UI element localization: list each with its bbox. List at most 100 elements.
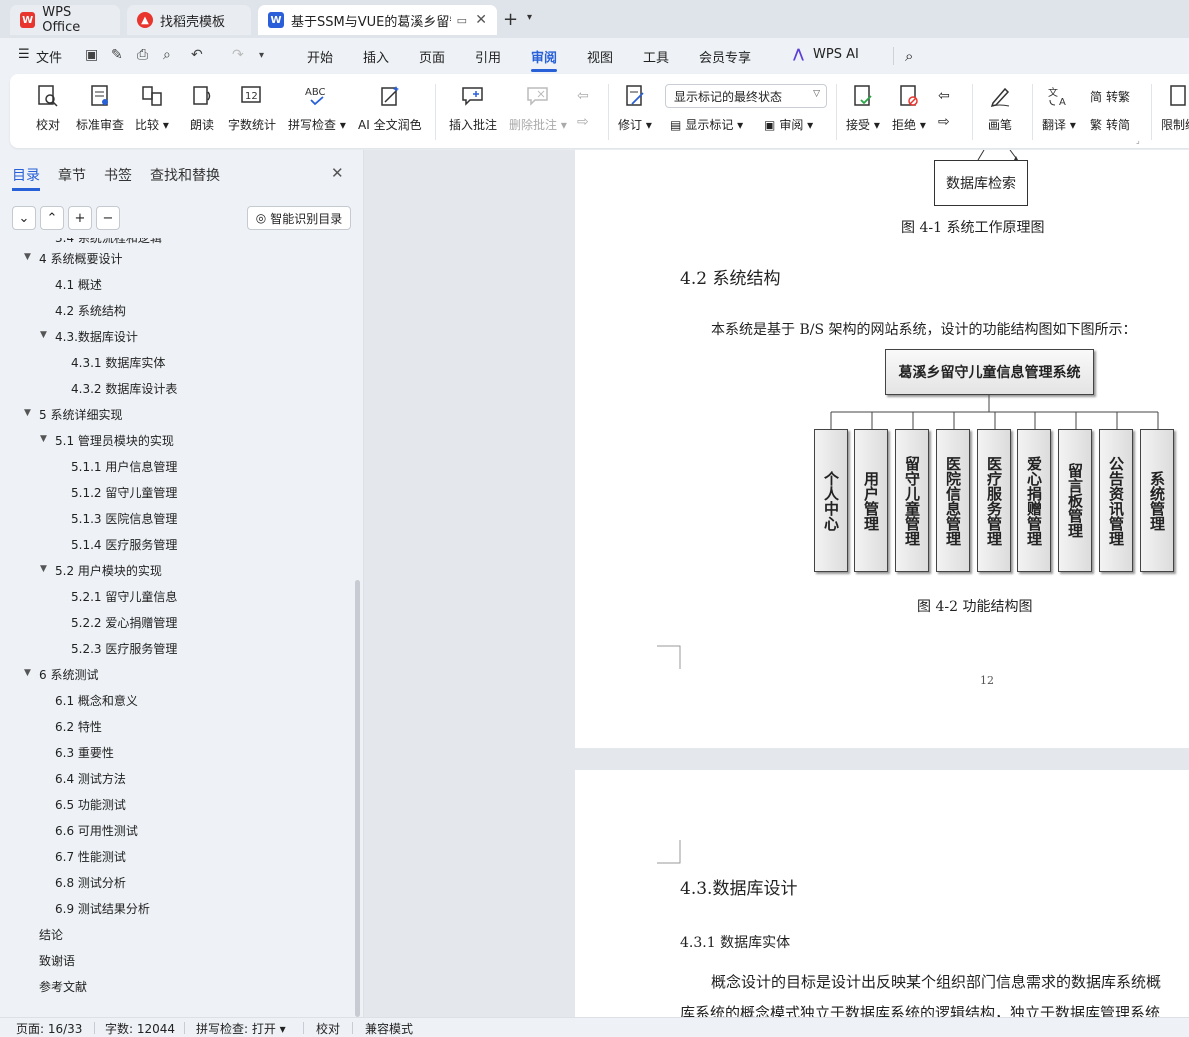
previous-comment-icon[interactable]: ⇦: [577, 88, 589, 104]
tab-chapters[interactable]: 章节: [58, 165, 86, 185]
menu-wps-ai[interactable]: WPS AI: [813, 47, 859, 62]
collapse-arrow-icon[interactable]: ▼: [40, 434, 47, 444]
collapse-arrow-icon[interactable]: ▼: [24, 252, 31, 262]
close-icon[interactable]: ✕: [331, 164, 344, 182]
new-tab-icon[interactable]: +: [503, 9, 518, 30]
smart-toc-button[interactable]: ◎ 智能识别目录: [247, 206, 351, 230]
toc-item[interactable]: 5.2.1 留守儿童信息: [71, 588, 177, 605]
toc-item[interactable]: 5.2.2 爱心捐赠管理: [71, 614, 177, 631]
translate-button[interactable]: 文A 翻译 ▾: [1042, 82, 1076, 133]
save-icon[interactable]: ▣: [85, 47, 98, 63]
toc-item[interactable]: 结论: [39, 926, 63, 943]
collapse-arrow-icon[interactable]: ▼: [40, 330, 47, 340]
expand-all-icon[interactable]: ⌄: [12, 206, 36, 230]
more-chevron-icon[interactable]: ▾: [259, 50, 264, 61]
toc-item[interactable]: 致谢语: [39, 952, 75, 969]
next-change-icon[interactable]: ⇨: [938, 114, 950, 130]
toc-item[interactable]: 6 系统测试: [39, 666, 98, 683]
word-count-indicator[interactable]: 字数: 12044: [105, 1020, 175, 1037]
toc-item[interactable]: 4.3.数据库设计: [55, 328, 138, 345]
toc-item[interactable]: 5.2 用户模块的实现: [55, 562, 162, 579]
close-icon[interactable]: ✕: [475, 12, 487, 28]
toc-item[interactable]: 6.2 特性: [55, 718, 102, 735]
menu-file[interactable]: 文件: [36, 47, 62, 66]
toc-item[interactable]: 4 系统概要设计: [39, 250, 122, 267]
spell-check-status[interactable]: 拼写检查: 打开 ▾: [196, 1020, 286, 1037]
toc-item[interactable]: 5.1 管理员模块的实现: [55, 432, 174, 449]
delete-comment-button[interactable]: 删除批注 ▾: [509, 82, 567, 133]
menu-member[interactable]: 会员专享: [699, 47, 751, 66]
format-painter-icon[interactable]: ✎: [111, 47, 123, 63]
menu-page[interactable]: 页面: [419, 47, 445, 66]
print-preview-icon[interactable]: ⌕: [163, 47, 171, 63]
previous-change-icon[interactable]: ⇦: [938, 88, 950, 104]
toc-item[interactable]: 6.7 性能测试: [55, 848, 126, 865]
toc-scrollbar[interactable]: [355, 580, 360, 1017]
display-markup-button[interactable]: ▤ 显示标记 ▾: [670, 116, 743, 133]
menu-tools[interactable]: 工具: [643, 47, 669, 66]
toc-item[interactable]: 5.1.4 医疗服务管理: [71, 536, 177, 553]
toc-item[interactable]: 6.8 测试分析: [55, 874, 126, 891]
monitor-icon[interactable]: ▭: [457, 14, 467, 27]
toc-item[interactable]: 6.9 测试结果分析: [55, 900, 150, 917]
toc-item[interactable]: 4.1 概述: [55, 276, 102, 293]
expand-corner-icon[interactable]: ⌟: [1136, 136, 1140, 145]
tab-find-replace[interactable]: 查找和替换: [150, 165, 220, 185]
menu-insert[interactable]: 插入: [363, 47, 389, 66]
print-icon[interactable]: ⎙: [137, 47, 148, 63]
menu-review[interactable]: 审阅: [531, 47, 558, 72]
toc-item[interactable]: 3.4 系统流程和逻辑: [55, 238, 162, 246]
tab-bookmarks[interactable]: 书签: [104, 165, 132, 185]
toc-item[interactable]: 6.6 可用性测试: [55, 822, 138, 839]
ai-polish-button[interactable]: AI 全文润色: [358, 82, 422, 133]
add-heading-icon[interactable]: +: [68, 206, 92, 230]
proof-status[interactable]: 校对: [316, 1020, 340, 1037]
tab-document[interactable]: W 基于SSM与VUE的葛溪乡留守 ▭ ✕: [258, 5, 497, 35]
insert-comment-button[interactable]: 插入批注: [449, 82, 497, 133]
next-comment-icon[interactable]: ⇨: [577, 114, 589, 130]
menu-home[interactable]: 开始: [307, 47, 333, 66]
search-icon[interactable]: ⌕: [905, 47, 913, 65]
toc-item[interactable]: 6.5 功能测试: [55, 796, 126, 813]
chevron-down-icon[interactable]: ▾: [527, 12, 532, 23]
toc-item[interactable]: 4.2 系统结构: [55, 302, 126, 319]
reject-button[interactable]: 拒绝 ▾: [892, 82, 926, 133]
toc-item[interactable]: 5 系统详细实现: [39, 406, 122, 423]
revise-button[interactable]: 修订 ▾: [618, 82, 652, 133]
toc-item[interactable]: 4.3.1 数据库实体: [71, 354, 165, 371]
tab-template[interactable]: ▲ 找稻壳模板: [127, 5, 251, 35]
read-aloud-button[interactable]: 朗读: [188, 82, 216, 133]
redo-icon[interactable]: ↷: [232, 47, 244, 63]
remove-heading-icon[interactable]: −: [96, 206, 120, 230]
word-count-button[interactable]: 12 字数统计: [228, 82, 276, 133]
standard-review-button[interactable]: 标准审查: [76, 82, 124, 133]
restrict-editing-button[interactable]: 限制编: [1161, 82, 1189, 133]
toc-item[interactable]: 6.4 测试方法: [55, 770, 126, 787]
markup-state-select[interactable]: 显示标记的最终状态 ▽: [665, 84, 827, 108]
menu-view[interactable]: 视图: [587, 47, 613, 66]
to-simplified-button[interactable]: 繁转简: [1090, 116, 1130, 133]
collapse-icon[interactable]: ⌃: [40, 206, 64, 230]
toc-item[interactable]: 5.1.3 医院信息管理: [71, 510, 177, 527]
collapse-arrow-icon[interactable]: ▼: [40, 564, 47, 574]
toc-item[interactable]: 参考文献: [39, 978, 87, 995]
tab-toc[interactable]: 目录: [12, 165, 40, 191]
collapse-arrow-icon[interactable]: ▼: [24, 408, 31, 418]
toc-item[interactable]: 6.3 重要性: [55, 744, 114, 761]
tab-wps-office[interactable]: W WPS Office: [10, 5, 120, 35]
collapse-arrow-icon[interactable]: ▼: [24, 668, 31, 678]
menu-references[interactable]: 引用: [475, 47, 501, 66]
compare-button[interactable]: 比较 ▾: [135, 82, 169, 133]
page-indicator[interactable]: 页面: 16/33: [16, 1020, 82, 1037]
review-pane-button[interactable]: ▣ 审阅 ▾: [764, 116, 813, 133]
toc-item[interactable]: 4.3.2 数据库设计表: [71, 380, 177, 397]
spell-check-button[interactable]: ABC 拼写检查 ▾: [288, 82, 346, 133]
undo-icon[interactable]: ↶: [191, 47, 203, 63]
hamburger-icon[interactable]: ☰: [18, 47, 30, 62]
accept-button[interactable]: 接受 ▾: [846, 82, 880, 133]
toc-item[interactable]: 5.2.3 医疗服务管理: [71, 640, 177, 657]
toc-item[interactable]: 5.1.2 留守儿童管理: [71, 484, 177, 501]
toc-item[interactable]: 6.1 概念和意义: [55, 692, 138, 709]
toc-item[interactable]: 5.1.1 用户信息管理: [71, 458, 177, 475]
pen-button[interactable]: 画笔: [986, 82, 1014, 133]
